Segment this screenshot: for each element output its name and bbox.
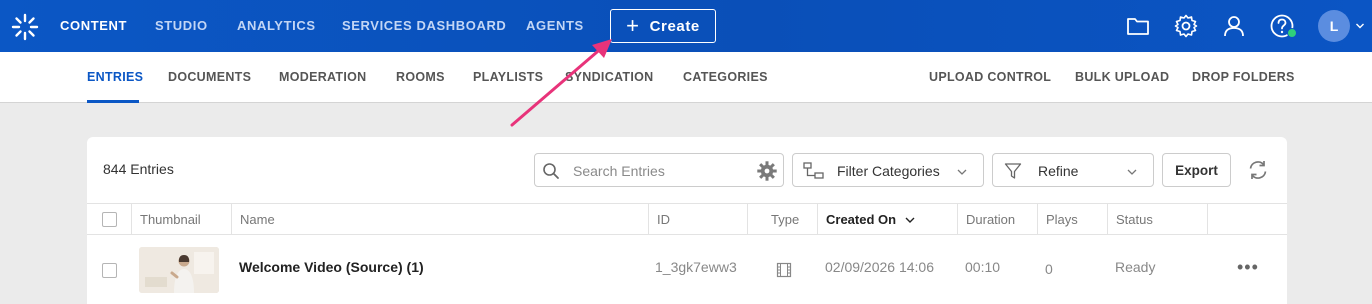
- select-all-checkbox[interactable]: [102, 212, 117, 227]
- refine-dropdown[interactable]: Refine: [992, 153, 1154, 187]
- column-thumbnail: Thumbnail: [131, 204, 201, 235]
- column-duration[interactable]: Duration: [957, 204, 1015, 235]
- user-icon[interactable]: [1221, 13, 1247, 39]
- avatar[interactable]: L: [1318, 10, 1350, 42]
- refresh-icon[interactable]: [1247, 159, 1269, 181]
- nav-studio[interactable]: STUDIO: [155, 18, 208, 33]
- filter-categories-dropdown[interactable]: Filter Categories: [792, 153, 984, 187]
- entry-name[interactable]: Welcome Video (Source) (1): [239, 259, 424, 275]
- column-created-on[interactable]: Created On: [817, 204, 915, 235]
- tab-drop-folders[interactable]: DROP FOLDERS: [1192, 70, 1295, 84]
- column-actions: [1207, 204, 1287, 235]
- nav-services-dashboard[interactable]: SERVICES DASHBOARD: [342, 18, 506, 33]
- row-checkbox[interactable]: [102, 263, 117, 278]
- folder-icon[interactable]: [1125, 13, 1151, 39]
- tab-moderation[interactable]: MODERATION: [279, 70, 367, 84]
- search-icon: [543, 163, 559, 179]
- entry-status: Ready: [1115, 259, 1156, 275]
- column-id[interactable]: ID: [648, 204, 670, 235]
- entries-count: 844 Entries: [103, 161, 174, 177]
- entry-id: 1_3gk7eww3: [655, 259, 737, 275]
- tab-upload-control[interactable]: UPLOAD CONTROL: [929, 70, 1051, 84]
- tab-entries[interactable]: ENTRIES: [87, 70, 143, 84]
- video-film-icon: [776, 262, 792, 278]
- entry-duration: 00:10: [965, 259, 1001, 275]
- entries-card: 844 Entries Search Entries Filter Catego…: [87, 137, 1287, 304]
- more-actions-icon[interactable]: •••: [1237, 257, 1259, 278]
- refine-label: Refine: [1038, 163, 1079, 179]
- entry-plays: 0: [1045, 261, 1053, 277]
- column-status[interactable]: Status: [1107, 204, 1153, 235]
- nav-content[interactable]: CONTENT: [60, 18, 127, 33]
- active-tab-indicator: [87, 100, 139, 103]
- column-name[interactable]: Name: [231, 204, 275, 235]
- table-row[interactable]: Welcome Video (Source) (1) 1_3gk7eww3 02…: [87, 235, 1287, 304]
- entry-created-on: 02/09/2026 14:06: [825, 259, 934, 275]
- tab-documents[interactable]: DOCUMENTS: [168, 70, 251, 84]
- sort-descending-icon: [905, 217, 915, 223]
- column-plays[interactable]: Plays: [1037, 204, 1078, 235]
- chevron-down-icon: [957, 169, 967, 175]
- search-settings-gear-icon[interactable]: [757, 161, 777, 181]
- sub-navigation-bar: ENTRIES DOCUMENTS MODERATION ROOMS PLAYL…: [0, 52, 1372, 103]
- nav-analytics[interactable]: ANALYTICS: [237, 18, 316, 33]
- filter-funnel-icon: [1004, 163, 1022, 179]
- tab-bulk-upload[interactable]: BULK UPLOAD: [1075, 70, 1169, 84]
- filter-categories-label: Filter Categories: [837, 163, 940, 179]
- top-navigation-bar: CONTENT STUDIO ANALYTICS SERVICES DASHBO…: [0, 0, 1372, 52]
- export-button[interactable]: Export: [1162, 153, 1231, 187]
- thumbnail-image: [139, 247, 219, 293]
- gear-icon[interactable]: [1173, 13, 1199, 39]
- chevron-down-icon[interactable]: [1355, 21, 1365, 31]
- chevron-down-icon: [1127, 169, 1137, 175]
- create-button-label: Create: [649, 17, 700, 35]
- tab-categories[interactable]: CATEGORIES: [683, 70, 768, 84]
- tab-rooms[interactable]: ROOMS: [396, 70, 445, 84]
- column-type[interactable]: Type: [747, 204, 799, 235]
- notification-dot: [1287, 28, 1297, 38]
- kaltura-logo-icon[interactable]: [10, 12, 40, 42]
- annotation-arrow-icon: [510, 39, 612, 127]
- search-input[interactable]: Search Entries: [534, 153, 784, 187]
- category-tree-icon: [803, 162, 824, 179]
- table-header: Thumbnail Name ID Type Created On Durati…: [87, 203, 1287, 235]
- entry-thumbnail[interactable]: [139, 247, 219, 293]
- search-placeholder: Search Entries: [573, 163, 665, 179]
- column-created-on-label: Created On: [826, 212, 897, 227]
